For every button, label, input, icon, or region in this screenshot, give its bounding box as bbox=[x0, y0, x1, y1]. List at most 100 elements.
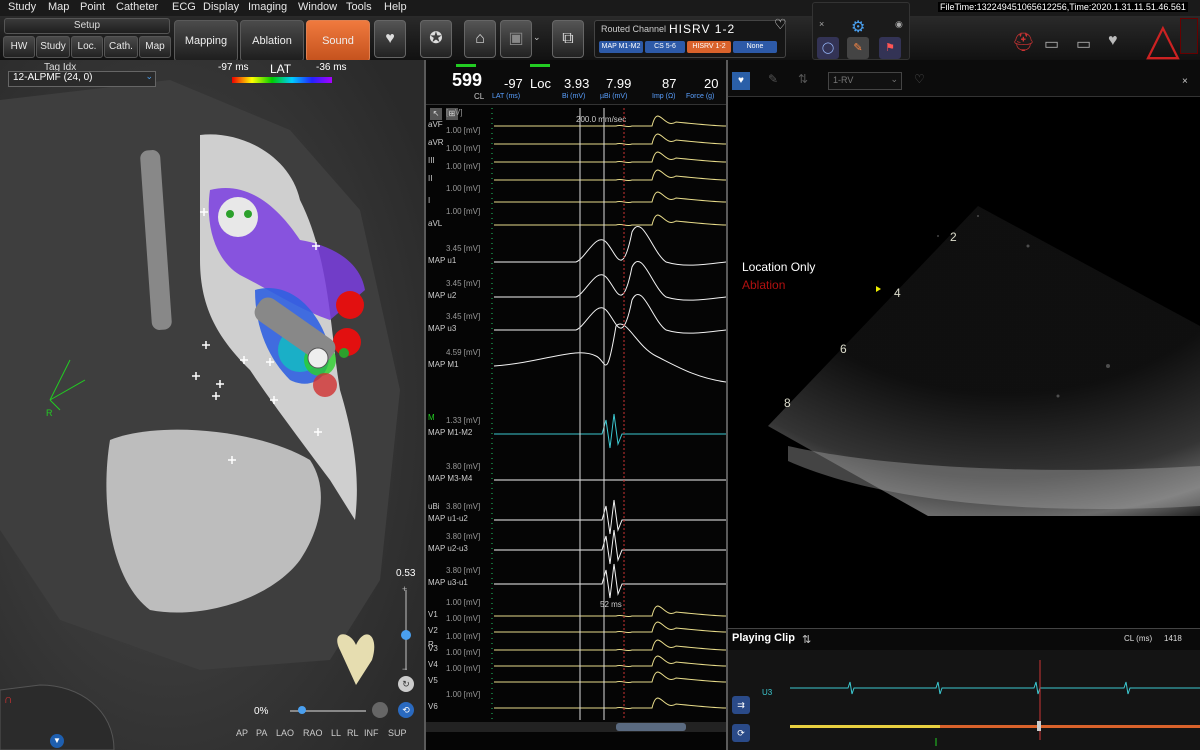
zoom-slider-handle[interactable] bbox=[401, 630, 411, 640]
heart-sound-icon[interactable]: ♡ bbox=[774, 16, 787, 33]
tool-cluster: × ⚙ ◉ ◯ ✎ ⚑ bbox=[812, 2, 910, 60]
zoom-out-icon[interactable]: − bbox=[402, 664, 407, 674]
routed-channel-label: Routed Channel bbox=[601, 24, 667, 34]
menu-study[interactable]: Study bbox=[8, 1, 36, 13]
channel-hisrv-1-2[interactable]: HISRV 1-2 bbox=[687, 41, 731, 53]
sound-button[interactable]: Sound bbox=[306, 20, 370, 62]
mapping-button[interactable]: Mapping bbox=[174, 20, 238, 62]
us-pen-icon[interactable]: ✎ bbox=[768, 72, 778, 86]
channel-none[interactable]: None bbox=[733, 41, 777, 53]
trace-scale-label: 3.80 [mV] bbox=[446, 502, 481, 511]
close-icon[interactable]: × bbox=[819, 19, 824, 29]
signal-trace bbox=[494, 639, 726, 652]
menu-tools[interactable]: Tools bbox=[346, 1, 372, 13]
loc-label: Loc bbox=[530, 76, 551, 91]
camera-icon[interactable]: ▣ bbox=[500, 20, 532, 58]
us-channel-dropdown[interactable]: 1-RV ⌄ bbox=[828, 72, 902, 90]
warning-triangle-icon[interactable]: △ bbox=[1146, 18, 1180, 62]
trace-label: V4 bbox=[428, 660, 438, 669]
opacity-value: 0% bbox=[254, 706, 269, 717]
legend-location-only: Location Only bbox=[742, 260, 816, 274]
trace-label: II bbox=[428, 174, 433, 183]
monitors-icon[interactable]: ⧉ bbox=[552, 20, 584, 58]
trace-label: V1 bbox=[428, 610, 438, 619]
map-3d-panel[interactable]: Tag Idx 12-ALPMF (24, 0) ⌄ -97 ms LAT -3… bbox=[0, 60, 424, 750]
hw-button[interactable]: HW bbox=[3, 36, 35, 58]
clip-toggle-icon[interactable]: ⇅ bbox=[802, 633, 811, 646]
zoom-in-icon[interactable]: + bbox=[402, 584, 407, 594]
menu-map[interactable]: Map bbox=[48, 1, 69, 13]
view-lao[interactable]: LAO bbox=[276, 728, 294, 738]
view-ll[interactable]: LL bbox=[331, 728, 341, 738]
sweep-speed-label: 200.0 mm/sec bbox=[576, 115, 627, 124]
menu-imaging[interactable]: Imaging bbox=[248, 1, 287, 13]
cl-value: 599 bbox=[452, 70, 483, 90]
chevron-down-icon[interactable]: ⌄ bbox=[890, 74, 898, 85]
study-button[interactable]: Study bbox=[36, 36, 70, 58]
tool-arrow-icon[interactable]: ↖ bbox=[430, 108, 442, 120]
patient-icon[interactable]: ⛑ bbox=[1012, 32, 1035, 53]
trace-scale-label: 4.59 [mV] bbox=[446, 348, 481, 357]
dropdown-chevron-icon[interactable]: ⌄ bbox=[145, 71, 153, 82]
lat-min-label: -97 ms bbox=[218, 62, 249, 73]
magnet-icon[interactable]: ∩ bbox=[4, 692, 13, 706]
trace-label: III bbox=[428, 156, 435, 165]
menu-catheter[interactable]: Catheter bbox=[116, 1, 158, 13]
menu-help[interactable]: Help bbox=[384, 1, 407, 13]
us-heart-outline-icon[interactable]: ♡ bbox=[914, 72, 925, 86]
help-icon[interactable]: ◉ bbox=[895, 19, 903, 30]
trace-scale-label: 3.80 [mV] bbox=[446, 566, 481, 575]
menu-point[interactable]: Point bbox=[80, 1, 105, 13]
signal-trace bbox=[494, 169, 726, 182]
menu-window[interactable]: Window bbox=[298, 1, 337, 13]
trace-label: aVL bbox=[428, 219, 443, 228]
imp-label: Imp (Ω) bbox=[652, 93, 676, 100]
cath-button[interactable]: Cath. bbox=[104, 36, 138, 58]
view-rao[interactable]: RAO bbox=[303, 728, 323, 738]
view-sup[interactable]: SUP bbox=[388, 728, 407, 738]
pin-tool-icon[interactable]: ⚑ bbox=[879, 37, 901, 59]
view-inf[interactable]: INF bbox=[364, 728, 379, 738]
map-selector[interactable]: 12-ALPMF (24, 0) ⌄ bbox=[8, 71, 156, 87]
us-heart-icon[interactable]: ♥ bbox=[732, 72, 750, 90]
render-mode-icon[interactable] bbox=[372, 702, 388, 718]
menu-ecg[interactable]: ECG bbox=[172, 1, 196, 13]
monitor-warning-icon[interactable]: ▭ bbox=[1076, 34, 1091, 54]
reset-view-icon[interactable]: ⟲ bbox=[398, 702, 414, 718]
catheter-tool-icon[interactable]: ✎ bbox=[847, 37, 869, 59]
ultrasound-image[interactable] bbox=[728, 96, 1200, 656]
rotate-icon[interactable]: ↻ bbox=[398, 676, 414, 692]
us-close-icon[interactable]: × bbox=[1182, 76, 1188, 87]
view-rl[interactable]: RL bbox=[347, 728, 359, 738]
clip-timeline[interactable]: ⇉ ⟳ U3 bbox=[728, 650, 1200, 750]
compass-icon[interactable]: ✪ bbox=[420, 20, 452, 58]
map-button[interactable]: Map bbox=[139, 36, 171, 58]
view-pa[interactable]: PA bbox=[256, 728, 267, 738]
us-tool-icon[interactable]: ⇅ bbox=[798, 72, 808, 86]
trace-scale-label: 1.00 [mV] bbox=[446, 126, 481, 135]
menu-bar: Study Map Point Catheter ECG Display Ima… bbox=[0, 0, 1200, 16]
channel-cs-5-6[interactable]: CS 5-6 bbox=[645, 41, 685, 53]
ultrasound-panel[interactable]: ♥ ✎ ⇅ 1-RV ⌄ ♡ × Location Only Ablation … bbox=[728, 60, 1200, 750]
ultrasound-probe-icon[interactable]: ⌂ bbox=[464, 20, 496, 58]
circle-tool-icon[interactable]: ◯ bbox=[817, 37, 839, 59]
timeline-scroll-thumb[interactable] bbox=[616, 723, 686, 731]
opacity-slider-handle[interactable] bbox=[298, 706, 306, 714]
heart-monitor-icon[interactable]: ♥ bbox=[1108, 32, 1118, 50]
trace-label: V6 bbox=[428, 702, 438, 711]
channel-map-m1-m2[interactable]: MAP M1-M2 bbox=[599, 41, 643, 53]
timeline-scrollbar[interactable] bbox=[426, 722, 726, 732]
signal-trace bbox=[494, 697, 726, 710]
chevron-down-icon[interactable]: ⌄ bbox=[533, 32, 541, 43]
heart-map-render[interactable] bbox=[0, 60, 424, 750]
menu-display[interactable]: Display bbox=[203, 1, 239, 13]
heart-add-icon[interactable]: ♥ bbox=[374, 20, 406, 58]
ablation-button[interactable]: Ablation bbox=[240, 20, 304, 62]
nav-down-icon[interactable]: ▼ bbox=[50, 734, 64, 748]
monitor-icon[interactable]: ▭ bbox=[1044, 34, 1059, 54]
view-ap[interactable]: AP bbox=[236, 728, 248, 738]
gear-icon[interactable]: ⚙ bbox=[851, 17, 865, 37]
loc-button[interactable]: Loc. bbox=[71, 36, 103, 58]
lat-color-bar bbox=[232, 77, 332, 83]
depth-mark-8: 8 bbox=[784, 396, 791, 410]
